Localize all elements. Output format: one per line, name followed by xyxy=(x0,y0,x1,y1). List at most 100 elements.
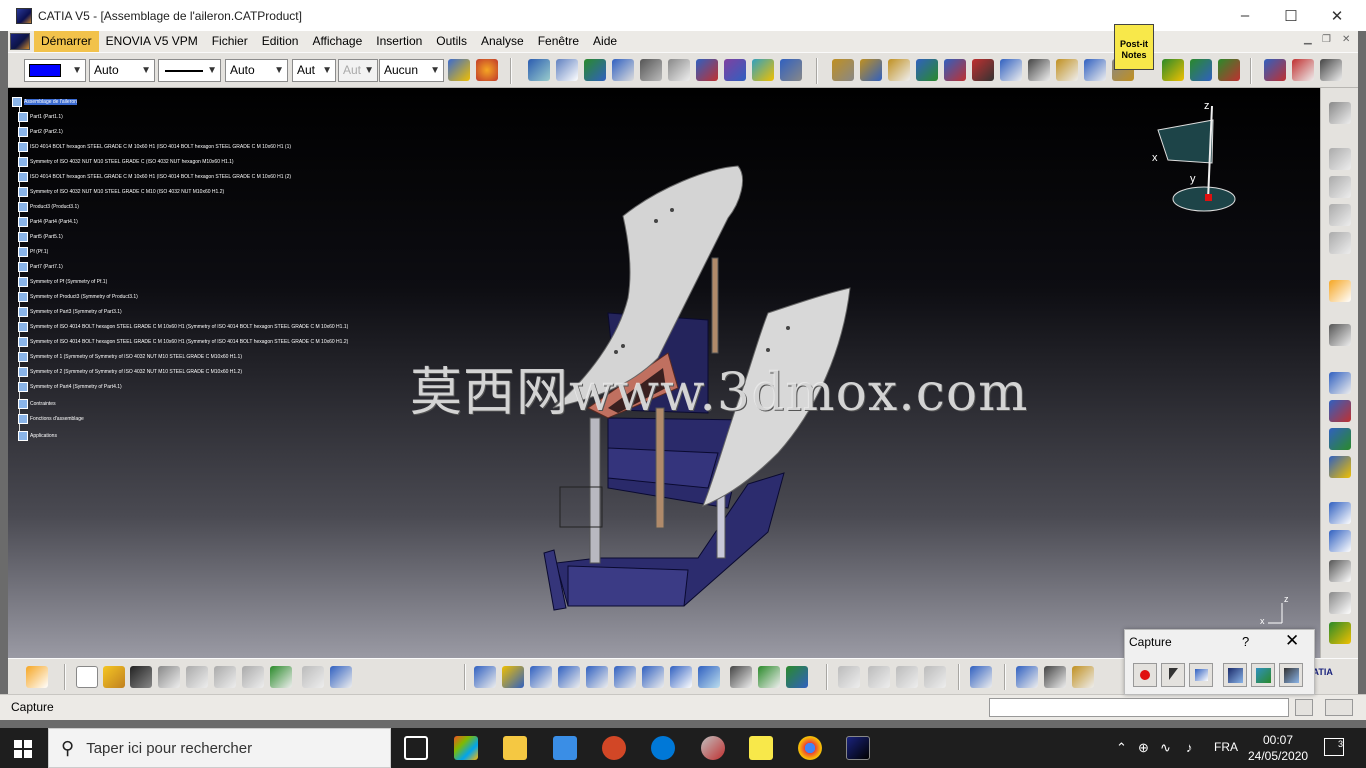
stop-button[interactable] xyxy=(1325,699,1353,716)
undo-icon[interactable] xyxy=(270,666,292,688)
capture-select-button[interactable] xyxy=(1161,663,1185,687)
clash-icon[interactable] xyxy=(972,59,994,81)
line-weight-combo[interactable]: ▼ xyxy=(158,59,221,82)
rotate-icon[interactable] xyxy=(558,666,580,688)
symmetry-icon[interactable] xyxy=(1218,59,1240,81)
doc-minimize-icon[interactable]: ▁ xyxy=(1304,34,1312,45)
annotation-icon[interactable] xyxy=(1028,59,1050,81)
fit-all-icon[interactable] xyxy=(502,666,524,688)
mail-icon[interactable] xyxy=(553,736,577,760)
analyze-icon[interactable] xyxy=(832,59,854,81)
product-icon[interactable] xyxy=(528,59,550,81)
grid-select-icon[interactable] xyxy=(26,666,48,688)
insert-component-icon[interactable] xyxy=(1329,176,1351,198)
pencil-icon[interactable] xyxy=(668,59,690,81)
postit-app-icon[interactable] xyxy=(749,736,773,760)
redo-icon[interactable] xyxy=(302,666,324,688)
menu-fichier[interactable]: Fichier xyxy=(205,31,255,52)
linetype-combo[interactable]: Auto ▼ xyxy=(89,59,155,82)
insert-part-icon[interactable] xyxy=(1329,204,1351,226)
multi-instantiate-icon[interactable] xyxy=(780,59,802,81)
update-icon[interactable] xyxy=(752,59,774,81)
shading-icon[interactable] xyxy=(730,666,752,688)
menu-aide[interactable]: Aide xyxy=(586,31,624,52)
update-all-icon[interactable] xyxy=(970,666,992,688)
edge-icon[interactable] xyxy=(651,736,675,760)
capture-mode-button[interactable] xyxy=(1189,663,1213,687)
thickness-combo[interactable]: Auto ▼ xyxy=(225,59,288,82)
capture-close-button[interactable]: ✕ xyxy=(1285,631,1299,651)
pan-icon[interactable] xyxy=(530,666,552,688)
powerpoint-icon[interactable] xyxy=(602,736,626,760)
catia-taskbar-icon[interactable] xyxy=(846,736,870,760)
menu-insertion[interactable]: Insertion xyxy=(369,31,429,52)
catalog-browser-icon[interactable] xyxy=(1292,59,1314,81)
3d-viewport[interactable]: Assemblage de l'aileron Part1 (Part1.1) Pa… xyxy=(8,88,1320,658)
close-button[interactable]: ✕ xyxy=(1314,0,1360,31)
replace-component-icon[interactable] xyxy=(612,59,634,81)
menu-enovia[interactable]: ENOVIA V5 VPM xyxy=(99,31,205,52)
paste-icon[interactable] xyxy=(242,666,264,688)
reuse-pattern-icon[interactable] xyxy=(1190,59,1212,81)
bom-icon[interactable] xyxy=(860,59,882,81)
measure-icon[interactable] xyxy=(1329,502,1351,524)
save-icon[interactable] xyxy=(130,666,152,688)
capture-image-button[interactable] xyxy=(1251,663,1275,687)
zoom-out-icon[interactable] xyxy=(614,666,636,688)
menu-edition[interactable]: Edition xyxy=(255,31,306,52)
maximize-button[interactable]: ☐ xyxy=(1268,0,1314,31)
copy-icon[interactable] xyxy=(214,666,236,688)
menu-affichage[interactable]: Affichage xyxy=(305,31,369,52)
catalog-icon[interactable] xyxy=(1264,59,1286,81)
menu-demarrer[interactable]: Démarrer xyxy=(34,31,99,52)
store-icon[interactable] xyxy=(454,736,478,760)
cut-icon[interactable] xyxy=(186,666,208,688)
document-icon[interactable] xyxy=(10,33,30,50)
help-button[interactable]: ? xyxy=(1242,634,1249,649)
print-icon[interactable] xyxy=(158,666,180,688)
menu-fenetre[interactable]: Fenêtre xyxy=(531,31,586,52)
measure-item-icon[interactable] xyxy=(1044,666,1066,688)
constraint-icon[interactable] xyxy=(724,59,746,81)
language-indicator[interactable]: FRA xyxy=(1214,740,1238,754)
dependencies-icon[interactable] xyxy=(888,59,910,81)
menu-outils[interactable]: Outils xyxy=(429,31,474,52)
brush-icon[interactable] xyxy=(476,59,498,81)
postit-notes-button[interactable]: Post-it Notes xyxy=(1114,24,1154,70)
arrow-icon[interactable] xyxy=(1329,560,1351,582)
zoom-in-icon[interactable] xyxy=(586,666,608,688)
chevron-up-icon[interactable]: ⌃ xyxy=(1116,740,1127,756)
command-history-button[interactable] xyxy=(1295,699,1313,716)
clock[interactable]: 00:07 24/05/2020 xyxy=(1248,732,1308,764)
move-compass-icon[interactable] xyxy=(1329,324,1351,346)
menu-analyse[interactable]: Analyse xyxy=(474,31,531,52)
doc-close-icon[interactable]: ✕ xyxy=(1342,34,1350,45)
normal-view-icon[interactable] xyxy=(642,666,664,688)
app-icon[interactable] xyxy=(701,736,725,760)
component-icon[interactable] xyxy=(556,59,578,81)
iso-view-icon[interactable] xyxy=(698,666,720,688)
file-explorer-icon[interactable] xyxy=(503,736,527,760)
open-icon[interactable] xyxy=(103,666,125,688)
measure-inertia-icon[interactable] xyxy=(1072,666,1094,688)
record-button[interactable] xyxy=(1133,663,1157,687)
transparency-combo[interactable]: Aut ▼ xyxy=(292,59,336,82)
task-view-icon[interactable] xyxy=(404,736,428,760)
command-input[interactable] xyxy=(989,698,1289,717)
text-icon[interactable] xyxy=(1056,59,1078,81)
fast-multi-instantiate-icon[interactable] xyxy=(1162,59,1184,81)
existing-component-icon[interactable] xyxy=(584,59,606,81)
hide-show-icon[interactable] xyxy=(758,666,780,688)
measure-between-icon[interactable] xyxy=(1016,666,1038,688)
windows-start-icon[interactable] xyxy=(14,740,32,758)
abc-text-icon[interactable] xyxy=(1329,530,1351,552)
explode-icon[interactable] xyxy=(944,59,966,81)
taskbar-search[interactable]: ⚲ Taper ici pour rechercher xyxy=(48,728,391,768)
constraint-contact-icon[interactable] xyxy=(1329,400,1351,422)
network-icon[interactable]: ⊕ xyxy=(1138,740,1149,756)
doc-restore-icon[interactable]: ❐ xyxy=(1322,34,1331,45)
capture-options-button[interactable] xyxy=(1279,663,1303,687)
insert-product-icon[interactable] xyxy=(1329,148,1351,170)
fly-mode-icon[interactable] xyxy=(474,666,496,688)
constraint-angle-icon[interactable] xyxy=(1329,456,1351,478)
